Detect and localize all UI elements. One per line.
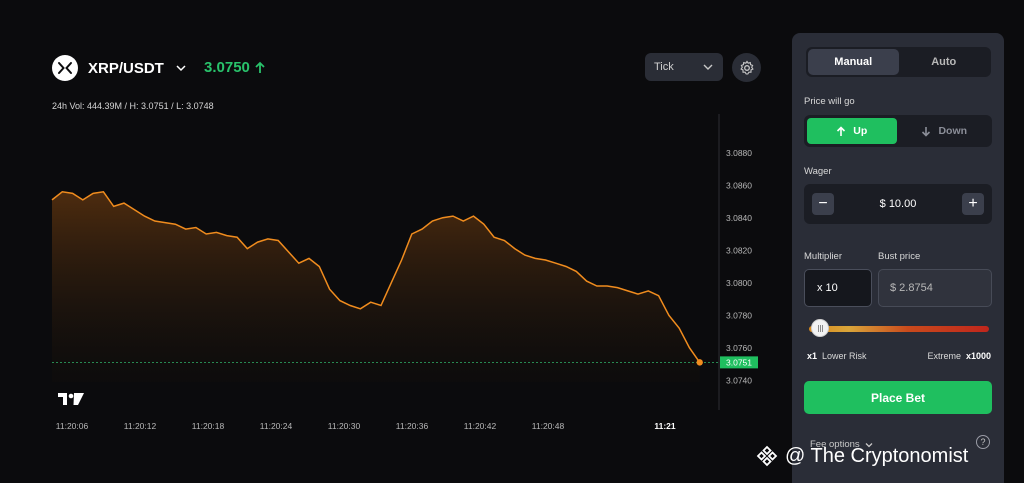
tradingview-logo-icon xyxy=(58,393,84,405)
direction-label: Price will go xyxy=(804,96,855,107)
x-tick-label: 11:20:18 xyxy=(192,421,225,431)
place-bet-button[interactable]: Place Bet xyxy=(804,381,992,414)
chevron-down-icon xyxy=(703,64,713,70)
x-tick-label: 11:20:48 xyxy=(532,421,565,431)
arrow-up-icon xyxy=(837,125,846,136)
help-icon[interactable]: ? xyxy=(976,435,990,449)
range-max: Extreme x1000 xyxy=(927,351,991,361)
price-chart[interactable]: 3.0880 3.0860 3.0840 3.0820 3.0800 3.0780 3.07… xyxy=(0,110,790,440)
bust-price-label: Bust price xyxy=(878,251,921,262)
range-max-label: Extreme xyxy=(927,351,961,361)
y-tick-label: 3.0780 xyxy=(726,310,752,320)
tab-auto[interactable]: Auto xyxy=(899,49,990,75)
up-label: Up xyxy=(853,125,868,137)
x-tick-label: 11:20:12 xyxy=(124,421,157,431)
pair-selector[interactable]: XRP/USDT xyxy=(52,55,188,81)
x-tick-label: 11:20:30 xyxy=(328,421,361,431)
wager-decrease-button[interactable]: − xyxy=(812,193,834,215)
y-tick-label: 3.0760 xyxy=(726,343,752,353)
range-min-label: Lower Risk xyxy=(822,351,867,361)
range-max-value: x1000 xyxy=(965,351,991,361)
current-price: 3.0750 xyxy=(204,59,266,76)
down-button[interactable]: Down xyxy=(900,118,990,144)
x-tick-label: 11:20:42 xyxy=(464,421,497,431)
tab-manual[interactable]: Manual xyxy=(808,49,899,75)
arrow-down-icon xyxy=(922,126,931,137)
mode-tabs: Manual Auto xyxy=(806,47,991,77)
chevron-down-icon xyxy=(176,65,186,72)
wager-label: Wager xyxy=(804,166,832,177)
wager-value[interactable]: $ 10.00 xyxy=(880,198,917,210)
watermark-text: @ The Cryptonomist xyxy=(785,444,969,467)
y-tick-label: 3.0880 xyxy=(726,148,752,158)
multiplier-input[interactable]: x 10 xyxy=(804,269,872,307)
price-area xyxy=(52,191,700,382)
current-price-dot xyxy=(696,359,703,366)
bust-price-field: $ 2.8754 xyxy=(878,269,992,307)
wager-input[interactable]: − $ 10.00 + xyxy=(804,184,992,224)
x-tick-label: 11:21 xyxy=(654,421,676,431)
x-tick-label: 11:20:24 xyxy=(260,421,293,431)
price-value: 3.0750 xyxy=(204,59,250,76)
pair-name: XRP/USDT xyxy=(88,59,164,77)
current-price-tag: 3.0751 xyxy=(720,356,758,369)
watermark: @ The Cryptonomist xyxy=(755,444,968,468)
x-tick-label: 11:20:36 xyxy=(396,421,429,431)
y-axis-ticks: 3.0880 3.0860 3.0840 3.0820 3.0800 3.0780 3.07… xyxy=(726,148,752,386)
y-tick-label: 3.0820 xyxy=(726,245,752,255)
y-tick-label: 3.0800 xyxy=(726,278,752,288)
binance-logo-icon xyxy=(756,445,778,467)
settings-button[interactable] xyxy=(732,53,761,82)
range-min-value: x1 xyxy=(807,351,818,361)
wager-increase-button[interactable]: + xyxy=(961,193,984,215)
y-tick-label: 3.0860 xyxy=(726,180,752,190)
gear-icon xyxy=(739,60,754,75)
interval-select[interactable]: Tick xyxy=(645,53,723,81)
xrp-logo-icon xyxy=(52,55,78,81)
betting-panel: Manual Auto Price will go Up Down Wager … xyxy=(792,33,1004,483)
direction-toggle: Up Down xyxy=(804,115,992,147)
y-tick-label: 3.0740 xyxy=(726,375,752,385)
chart-area: XRP/USDT 3.0750 24h Vol: 444.39M / H: 3.… xyxy=(0,0,790,483)
y-tick-label: 3.0840 xyxy=(726,213,752,223)
x-axis-ticks: 11:20:06 11:20:12 11:20:18 11:20:24 11:20:30… xyxy=(56,421,676,431)
range-min: x1 Lower Risk xyxy=(807,351,867,361)
interval-value: Tick xyxy=(654,61,674,73)
current-price-label: 3.0751 xyxy=(726,357,752,367)
multiplier-slider-handle[interactable] xyxy=(811,319,830,337)
down-label: Down xyxy=(938,125,968,137)
multiplier-slider-track[interactable] xyxy=(809,326,989,332)
app-window: XRP/USDT 3.0750 24h Vol: 444.39M / H: 3.… xyxy=(0,0,1024,483)
up-button[interactable]: Up xyxy=(807,118,897,144)
multiplier-range: x1 Lower Risk Extreme x1000 xyxy=(807,351,991,361)
arrow-up-icon xyxy=(255,61,265,73)
x-tick-label: 11:20:06 xyxy=(56,421,89,431)
multiplier-label: Multiplier xyxy=(804,251,843,262)
